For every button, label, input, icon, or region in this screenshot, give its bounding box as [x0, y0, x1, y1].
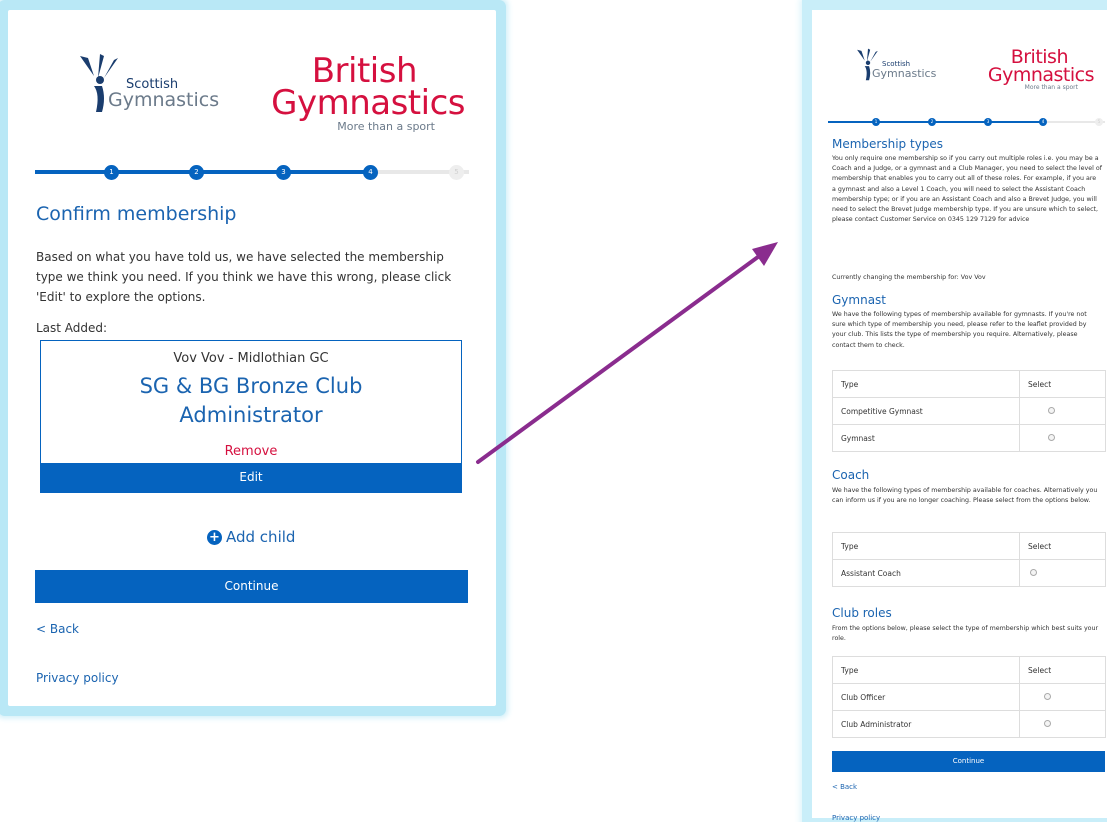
arrow-head-icon [752, 242, 778, 266]
transition-arrow [476, 242, 778, 464]
